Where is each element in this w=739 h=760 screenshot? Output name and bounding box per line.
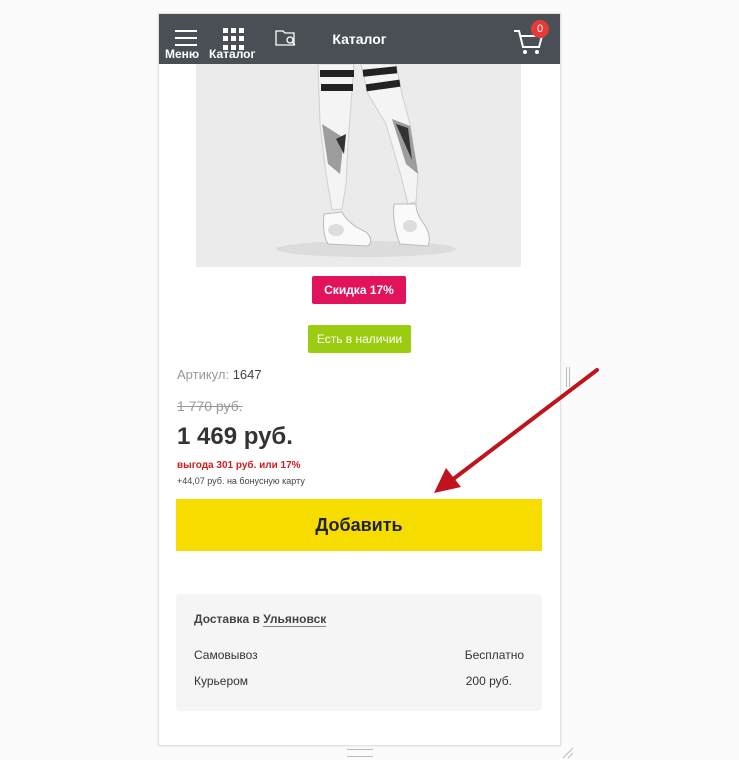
delivery-option: Курьером 200 руб.	[194, 674, 524, 688]
current-price: 1 469 руб.	[177, 423, 293, 450]
article-number: Артикул: 1647	[177, 367, 262, 382]
catalog-label: Каталог	[209, 47, 256, 61]
resize-handle-horizontal[interactable]	[347, 749, 373, 757]
add-to-cart-button[interactable]: Добавить	[176, 499, 542, 551]
product-image[interactable]	[196, 64, 521, 267]
article-value: 1647	[232, 367, 262, 382]
menu-label: Меню	[165, 47, 200, 61]
delivery-heading-label: Доставка в	[194, 612, 260, 626]
resize-handle-vertical[interactable]	[566, 367, 568, 387]
delivery-heading: Доставка в Ульяновск	[194, 612, 327, 627]
discount-badge: Скидка 17%	[312, 276, 406, 304]
delivery-price: Бесплатно	[464, 648, 524, 662]
delivery-price: 200 руб.	[465, 674, 512, 688]
delivery-panel: Доставка в Ульяновск Самовывоз Бесплатно…	[176, 594, 542, 711]
product-photo	[196, 64, 521, 267]
savings-text: выгода 301 руб. или 17%	[177, 460, 301, 471]
resize-handle-vertical-line	[569, 367, 571, 387]
article-label: Артикул:	[177, 367, 230, 382]
bonus-text: +44,07 руб. на бонусную карту	[177, 476, 305, 486]
mobile-viewport: Меню Каталог Каталог 0 Скидка 17% Есть в…	[158, 13, 561, 746]
cart-count-badge: 0	[531, 20, 549, 38]
delivery-method: Курьером	[194, 674, 249, 688]
stock-badge: Есть в наличии	[308, 325, 411, 353]
delivery-option: Самовывоз Бесплатно	[194, 648, 524, 662]
delivery-method: Самовывоз	[194, 648, 258, 662]
cart-button[interactable]: 0	[511, 14, 555, 64]
resize-corner-icon[interactable]	[561, 747, 575, 759]
top-bar: Меню Каталог Каталог 0	[159, 14, 560, 64]
delivery-city-link[interactable]: Ульяновск	[263, 612, 327, 627]
old-price: 1 770 руб.	[177, 398, 243, 414]
page-title: Каталог	[332, 31, 387, 47]
